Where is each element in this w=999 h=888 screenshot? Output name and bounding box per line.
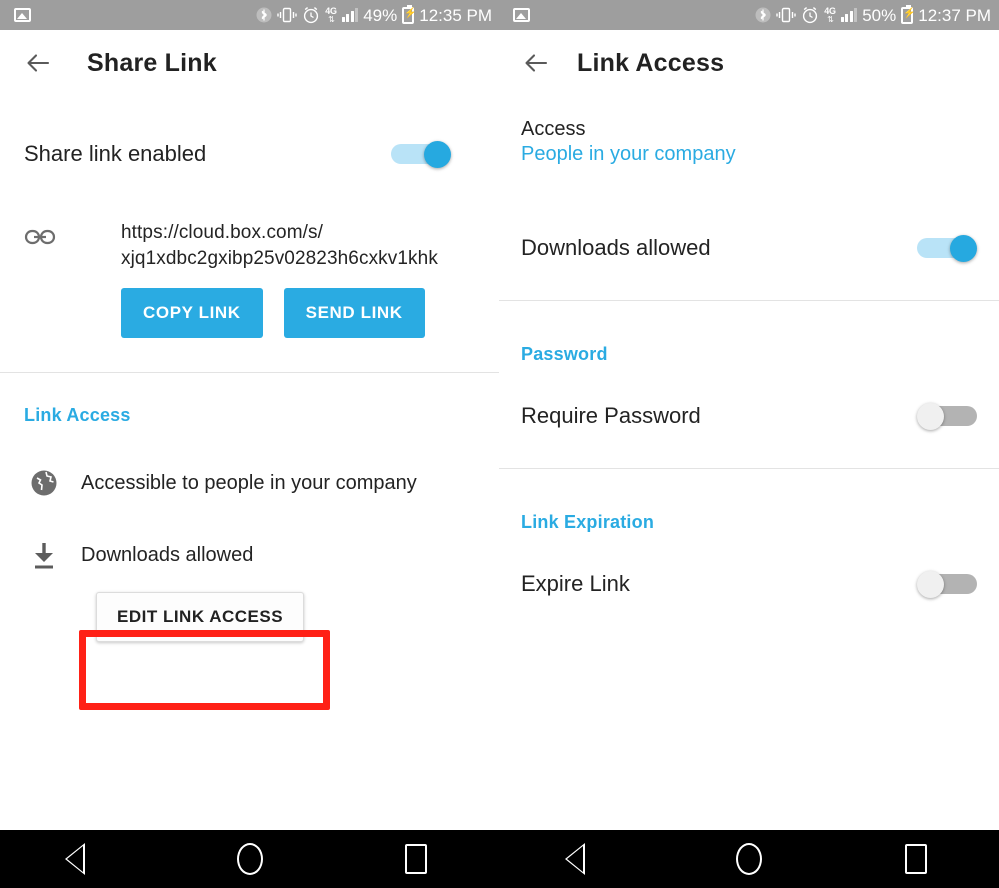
link-access-visibility-label: Accessible to people in your company <box>81 471 417 494</box>
signal-icon <box>840 8 858 22</box>
globe-icon <box>24 468 64 498</box>
share-link-screen: Share Link Share link enabled https://cl… <box>0 30 499 830</box>
share-link-url-line-2: xjq1xdbc2gxibp25v02823h6cxkv1khk <box>121 248 438 269</box>
status-bar-right-system-icons: 4G⇅ 50% 12:37 PM <box>755 4 999 25</box>
share-link-enabled-label: Share link enabled <box>24 141 207 166</box>
battery-charging-icon <box>402 4 415 24</box>
photo-icon <box>14 8 31 22</box>
edit-link-access-button[interactable]: EDIT LINK ACCESS <box>96 592 305 642</box>
link-access-section-header: Link Access <box>24 405 131 425</box>
require-password-label: Require Password <box>521 403 701 428</box>
share-link-url-line-1: https://cloud.box.com/s/ <box>121 222 323 243</box>
access-summary-row[interactable]: Access People in your company <box>499 118 999 166</box>
section-divider <box>499 468 999 469</box>
access-label: Access <box>521 118 586 140</box>
vibrate-icon <box>776 7 796 23</box>
toggle-thumb <box>917 571 944 598</box>
alarm-icon <box>302 6 320 24</box>
link-access-row-downloads: Downloads allowed <box>0 540 499 570</box>
back-arrow-icon[interactable] <box>24 49 52 77</box>
status-bar-right: 4G⇅ 50% 12:37 PM <box>499 0 999 30</box>
share-link-url-text[interactable]: https://cloud.box.com/s/ xjq1xdbc2gxibp2… <box>121 220 438 338</box>
expire-link-label: Expire Link <box>521 571 630 596</box>
recents-nav-icon[interactable] <box>886 839 946 879</box>
recents-nav-icon[interactable] <box>386 839 446 879</box>
download-icon <box>24 540 64 570</box>
expire-link-toggle[interactable] <box>917 571 977 598</box>
app-bar: Share Link <box>0 30 499 96</box>
screenshot-root: 4G⇅ 49% 12:35 PM 4G⇅ 50% <box>0 0 999 888</box>
status-bar-left-notifications <box>0 8 31 22</box>
status-bar-left: 4G⇅ 49% 12:35 PM <box>0 0 500 30</box>
downloads-allowed-row[interactable]: Downloads allowed <box>499 220 999 276</box>
copy-link-button[interactable]: COPY LINK <box>121 288 263 338</box>
back-nav-icon[interactable] <box>53 839 113 879</box>
battery-percent-label: 50% <box>862 5 897 25</box>
lte-4g-icon: 4G ⇅ <box>325 5 337 24</box>
share-link-enabled-toggle[interactable] <box>391 141 451 168</box>
home-nav-icon[interactable] <box>220 839 280 879</box>
bluetooth-icon <box>256 6 272 24</box>
send-link-button[interactable]: SEND LINK <box>283 288 425 338</box>
toggle-thumb <box>917 403 944 430</box>
back-nav-icon[interactable] <box>553 839 613 879</box>
bluetooth-icon <box>755 6 771 24</box>
page-title: Link Access <box>577 48 725 77</box>
link-access-screen: Link Access Access People in your compan… <box>499 30 999 830</box>
lte-4g-icon: 4G ⇅ <box>824 5 836 24</box>
battery-charging-icon <box>901 4 914 24</box>
link-access-row-visibility: Accessible to people in your company <box>0 468 499 498</box>
require-password-row[interactable]: Require Password <box>499 388 999 444</box>
status-bar-right-notifications <box>499 8 530 22</box>
signal-icon <box>341 8 359 22</box>
photo-icon <box>513 8 530 22</box>
password-section-header: Password <box>521 344 608 364</box>
access-value: People in your company <box>521 143 736 165</box>
share-link-enabled-row[interactable]: Share link enabled <box>0 126 499 182</box>
system-navigation-bar-left <box>0 830 500 888</box>
clock-label: 12:37 PM <box>918 5 991 25</box>
toggle-thumb <box>950 235 977 262</box>
alarm-icon <box>801 6 819 24</box>
home-nav-icon[interactable] <box>719 839 779 879</box>
app-bar: Link Access <box>499 30 999 96</box>
share-link-actions: COPY LINK SEND LINK <box>121 288 438 338</box>
section-divider <box>499 300 999 301</box>
system-navigation-bar <box>0 830 999 888</box>
link-access-downloads-label: Downloads allowed <box>81 543 254 566</box>
status-bar-left-system-icons: 4G⇅ 49% 12:35 PM <box>256 4 500 25</box>
require-password-toggle[interactable] <box>917 403 977 430</box>
chain-link-icon <box>24 220 64 253</box>
link-expiration-section-header: Link Expiration <box>521 512 655 532</box>
vibrate-icon <box>277 7 297 23</box>
back-arrow-icon[interactable] <box>522 49 550 77</box>
page-title: Share Link <box>87 48 217 77</box>
system-navigation-bar-right <box>500 830 999 888</box>
section-divider <box>0 372 499 373</box>
share-link-url-block: https://cloud.box.com/s/ xjq1xdbc2gxibp2… <box>0 220 499 338</box>
toggle-thumb <box>424 141 451 168</box>
clock-label: 12:35 PM <box>419 5 492 25</box>
battery-percent-label: 49% <box>363 5 398 25</box>
downloads-allowed-toggle[interactable] <box>917 235 977 262</box>
expire-link-row[interactable]: Expire Link <box>499 556 999 612</box>
downloads-allowed-label: Downloads allowed <box>521 235 711 260</box>
edit-link-access-wrapper: EDIT LINK ACCESS <box>96 592 499 642</box>
